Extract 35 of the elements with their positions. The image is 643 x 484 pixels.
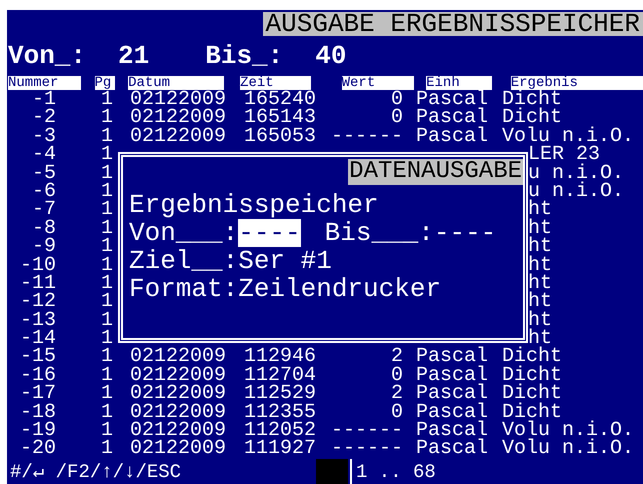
column-header: Wert (342, 76, 414, 90)
table-cell: Pascal (416, 437, 488, 460)
field-label: Format: (129, 275, 238, 303)
dialog-heading: Ergebnisspeicher (129, 191, 380, 219)
field-label: Von___: (129, 219, 238, 247)
range-value: 40 (315, 40, 346, 72)
table-cell: 165053 (244, 124, 316, 148)
table-cell: 02122009 (130, 124, 226, 148)
field-value: Zeilendrucker (238, 275, 442, 303)
column-header: Nummer (8, 76, 80, 90)
table-cell: ht (528, 293, 552, 312)
column-header: Einh (426, 76, 492, 90)
field-label: Bis___: (324, 219, 434, 247)
column-header: Zeit (240, 76, 311, 90)
range-label: Von_: (8, 40, 86, 72)
column-header: Datum (128, 76, 224, 90)
column-header: Pg (94, 76, 116, 90)
field-value[interactable]: ---- (434, 219, 496, 247)
key-hints: #/↵ /F2/↑/↓/ESC (10, 460, 182, 484)
field-value: Ser #1 (238, 247, 332, 275)
table-cell: Pascal (416, 124, 488, 148)
cursor-block (316, 458, 348, 484)
column-header: Ergebnis (510, 76, 643, 90)
dialog-title: DATENAUSGABE (348, 159, 523, 185)
screen-title: AUSGABE ERGEBNISSPEICHER (262, 12, 643, 36)
field-label: Ziel__: (129, 247, 238, 275)
range-value: 21 (118, 40, 150, 72)
table-cell: ht (528, 256, 552, 275)
field-value[interactable]: ---- (238, 219, 301, 247)
range-label: Bis_: (205, 40, 284, 72)
table-cell: u n.i.O. (528, 164, 624, 183)
table-cell: ht (528, 238, 552, 257)
table-cell: LER 23 (528, 146, 600, 165)
table-cell: ht (528, 201, 552, 220)
record-range: 1 .. 68 (356, 460, 436, 484)
